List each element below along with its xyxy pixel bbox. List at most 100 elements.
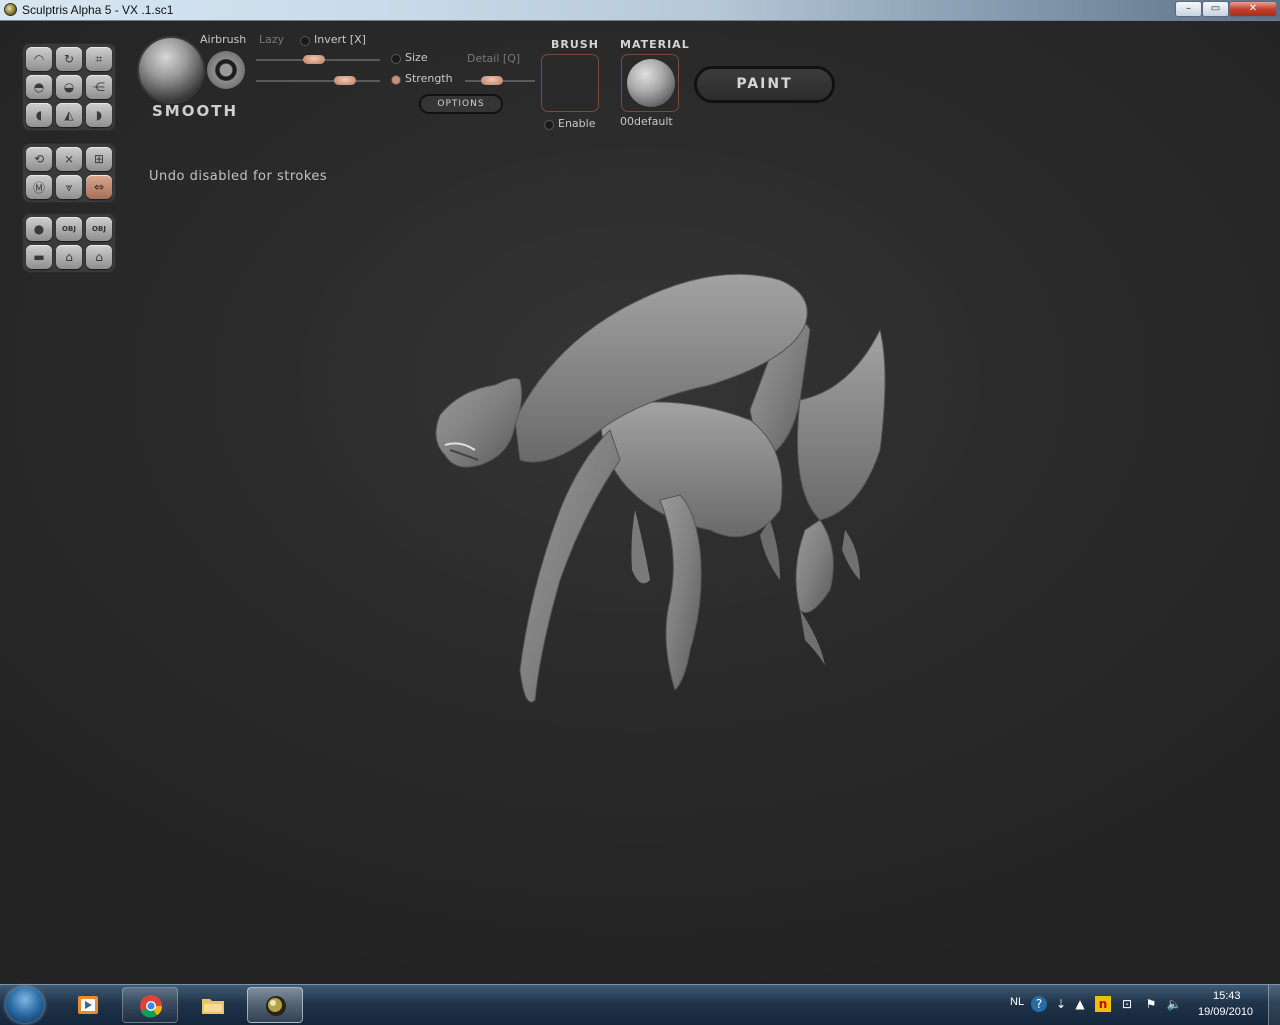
window-title-bar: Sculptris Alpha 5 - VX .1.sc1 – ▭ ✕: [0, 0, 1280, 21]
folder-icon: [202, 999, 224, 1014]
scale-tool-icon: ⌗: [95, 51, 103, 66]
draw-tool-button[interactable]: ◠: [26, 47, 52, 71]
windows-taskbar: NL ? ⇣ ▲ n ⊡ ⚑ 🔈 15:43 19/09/2010: [0, 984, 1280, 1025]
sculptris-icon: [266, 996, 286, 1016]
airbrush-toggle-icon[interactable]: [207, 51, 245, 89]
sculptris-app-icon[interactable]: [4, 3, 17, 16]
brush-enable-radio[interactable]: [545, 121, 553, 129]
minimize-button[interactable]: –: [1175, 1, 1202, 17]
export-obj-tool-button[interactable]: OBJ: [86, 217, 112, 241]
flatten-tool-button[interactable]: ◓: [26, 75, 52, 99]
mirror-tool-icon: ⇔: [93, 180, 105, 194]
invert-radio[interactable]: [301, 37, 309, 45]
material-heading: MATERIAL: [620, 38, 690, 51]
size-radio[interactable]: [392, 55, 400, 63]
sculpted-creature-model[interactable]: [420, 250, 900, 710]
size-slider-knob[interactable]: [303, 55, 326, 64]
taskbar-file-explorer[interactable]: [185, 987, 241, 1023]
volume-icon[interactable]: 🔈: [1166, 996, 1182, 1012]
wireframe-tool-button[interactable]: ⨯: [56, 147, 82, 171]
detail-label: Detail [Q]: [467, 52, 521, 65]
detail-slider-knob[interactable]: [480, 76, 503, 85]
show-hidden-icons-icon[interactable]: ▲: [1072, 996, 1088, 1012]
help-icon[interactable]: ?: [1031, 996, 1047, 1012]
rotate-tool-button[interactable]: ↻: [56, 47, 82, 71]
airbrush-label[interactable]: Airbrush: [200, 33, 246, 46]
material-slot[interactable]: [621, 54, 679, 112]
export-obj-tool-icon: OBJ: [92, 225, 106, 233]
grid-tool-button[interactable]: ⊞: [86, 147, 112, 171]
pinch-tool-button[interactable]: ⋲: [86, 75, 112, 99]
save-file-tool-icon: ⌂: [95, 250, 103, 264]
new-scene-tool-icon: ▬: [33, 250, 45, 264]
size-label: Size: [405, 51, 428, 64]
brush-heading: BRUSH: [551, 38, 599, 51]
grab-tool-icon: ◭: [64, 108, 74, 122]
taskbar-media-player[interactable]: [60, 987, 116, 1023]
invert-label[interactable]: Invert [X]: [314, 33, 366, 46]
new-scene-tool-button[interactable]: ▬: [26, 245, 52, 269]
lazy-label[interactable]: Lazy: [259, 33, 284, 46]
taskbar-sculptris[interactable]: [247, 987, 303, 1023]
scale-tool-button[interactable]: ⌗: [86, 47, 112, 71]
sphere-tool-button[interactable]: ●: [26, 217, 52, 241]
tray-app-icon[interactable]: n: [1095, 996, 1111, 1012]
brush-preview-ball[interactable]: [139, 38, 203, 102]
mirror-tool-button[interactable]: ⇔: [86, 175, 112, 199]
strength-slider-knob[interactable]: [334, 76, 357, 85]
language-indicator[interactable]: NL: [1010, 996, 1024, 1008]
strength-label: Strength: [405, 72, 453, 85]
crease-tool-icon: ◖: [35, 108, 43, 122]
sculpt-viewport[interactable]: ◠ ↻ ⌗ ◓ ◒ ⋲ ◖ ◭ ◗ ⟲ ⨯ ⊞ Ⓜ ⩔ ⇔ ● OBJ OBJ ▬ ⌂ ⌂ SMOOTH Airbr…: [0, 21, 1280, 984]
tool-palette-sculpt: ◠ ↻ ⌗ ◓ ◒ ⋲ ◖ ◭ ◗: [22, 43, 116, 131]
window-title: Sculptris Alpha 5 - VX .1.sc1: [22, 3, 174, 17]
close-button[interactable]: ✕: [1229, 1, 1277, 17]
brush-enable-label[interactable]: Enable: [558, 117, 595, 130]
network-icon[interactable]: ⊡: [1119, 996, 1135, 1012]
chrome-icon: [140, 995, 163, 1018]
mask-tool-icon: Ⓜ: [32, 180, 45, 195]
paint-button[interactable]: PAINT: [694, 66, 835, 103]
brush-name: SMOOTH: [152, 102, 239, 120]
open-file-tool-icon: ⌂: [65, 250, 73, 264]
brush-alpha-slot[interactable]: [541, 54, 599, 112]
inflate-tool-button[interactable]: ◒: [56, 75, 82, 99]
grab-tool-button[interactable]: ◭: [56, 103, 82, 127]
media-player-icon: [78, 996, 98, 1014]
options-button[interactable]: OPTIONS: [419, 94, 503, 114]
pinch-tool-icon: ⋲: [93, 80, 105, 94]
status-message: Undo disabled for strokes: [149, 169, 328, 184]
material-sphere-preview: [627, 59, 675, 107]
flatten-tool-icon: ◓: [33, 80, 45, 94]
import-obj-tool-button[interactable]: OBJ: [56, 217, 82, 241]
clock-time[interactable]: 15:43: [1213, 990, 1241, 1002]
reduce-tool-button[interactable]: ⩔: [56, 175, 82, 199]
smooth-tool-icon: ◗: [95, 108, 103, 122]
language-options-icon[interactable]: ⇣: [1053, 996, 1069, 1012]
sphere-tool-icon: ●: [33, 222, 45, 236]
symmetry-tool-button[interactable]: ⟲: [26, 147, 52, 171]
reduce-tool-icon: ⩔: [65, 179, 73, 194]
inflate-tool-icon: ◒: [63, 80, 75, 94]
crease-tool-button[interactable]: ◖: [26, 103, 52, 127]
maximize-button[interactable]: ▭: [1202, 1, 1229, 17]
show-desktop-button[interactable]: [1268, 985, 1280, 1025]
strength-slider-track[interactable]: [256, 80, 380, 82]
mask-tool-button[interactable]: Ⓜ: [26, 175, 52, 199]
draw-tool-icon: ◠: [33, 52, 45, 66]
clock-date[interactable]: 19/09/2010: [1198, 1006, 1253, 1018]
start-button[interactable]: [6, 987, 44, 1023]
save-file-tool-button[interactable]: ⌂: [86, 245, 112, 269]
grid-tool-icon: ⊞: [93, 152, 105, 166]
material-name: 00default: [620, 115, 673, 128]
smooth-tool-button[interactable]: ◗: [86, 103, 112, 127]
strength-radio[interactable]: [392, 76, 400, 84]
wireframe-tool-icon: ⨯: [63, 152, 75, 166]
import-obj-tool-icon: OBJ: [62, 225, 76, 233]
open-file-tool-button[interactable]: ⌂: [56, 245, 82, 269]
tool-palette-view: ⟲ ⨯ ⊞ Ⓜ ⩔ ⇔: [22, 143, 116, 203]
tool-palette-file: ● OBJ OBJ ▬ ⌂ ⌂: [22, 213, 116, 273]
symmetry-tool-icon: ⟲: [33, 152, 45, 166]
taskbar-chrome[interactable]: [122, 987, 178, 1023]
action-center-flag-icon[interactable]: ⚑: [1143, 996, 1159, 1012]
